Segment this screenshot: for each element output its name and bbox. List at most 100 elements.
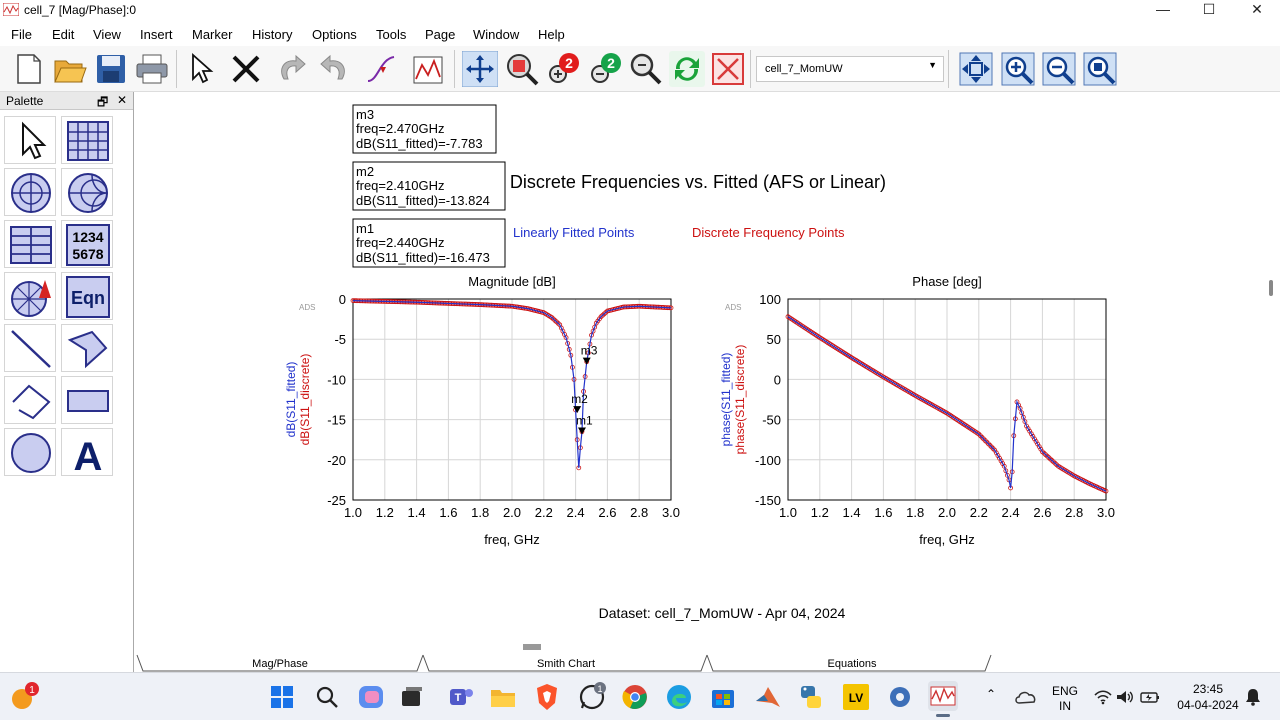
undo-icon[interactable] xyxy=(274,51,310,87)
teams-icon[interactable]: T xyxy=(448,684,474,710)
save-icon[interactable] xyxy=(93,51,129,87)
palette-equation[interactable]: Eqn xyxy=(61,272,113,320)
rectangle-icon xyxy=(67,390,109,412)
view-all-icon[interactable] xyxy=(958,51,994,87)
legend-fitted[interactable]: Linearly Fitted Points xyxy=(513,225,635,240)
palette-text[interactable]: A xyxy=(61,428,113,476)
volume-icon[interactable] xyxy=(1116,689,1134,705)
magnitude-chart[interactable]: Magnitude [dB] 1.0 1.2 1.4 1.6 1.8 2.0 2.2 2.4 2.… xyxy=(284,274,680,547)
language-region[interactable]: IN xyxy=(1050,699,1080,713)
vertical-scrollbar-thumb[interactable] xyxy=(1269,280,1273,296)
edge-icon[interactable] xyxy=(666,684,692,710)
rectangular-plot-icon xyxy=(67,121,109,161)
stop-icon[interactable] xyxy=(710,51,746,87)
menu-marker[interactable]: Marker xyxy=(192,27,232,42)
plot-canvas[interactable]: m3 freq=2.470GHz dB(S11_fitted)=-7.783 m… xyxy=(135,92,1263,640)
vertical-scrollbar[interactable] xyxy=(1263,92,1280,672)
labview-icon[interactable]: LV xyxy=(842,683,870,711)
select-arrow-icon[interactable] xyxy=(182,51,218,87)
redo-icon[interactable] xyxy=(316,51,352,87)
page-title[interactable]: Discrete Frequencies vs. Fitted (AFS or … xyxy=(510,172,886,192)
palette-antenna-plot[interactable] xyxy=(4,272,56,320)
file-explorer-icon[interactable] xyxy=(490,685,516,709)
palette-rectangle[interactable] xyxy=(61,376,113,424)
onedrive-icon[interactable] xyxy=(1015,689,1037,705)
insert-marker-icon[interactable] xyxy=(364,51,400,87)
zoom-view-icon[interactable] xyxy=(628,51,664,87)
whatsapp-icon[interactable]: 1 xyxy=(578,681,608,711)
task-view-icon[interactable] xyxy=(400,685,424,709)
view-zoom-area-icon[interactable] xyxy=(1082,51,1118,87)
microsoft-store-icon[interactable] xyxy=(710,684,736,710)
battery-icon[interactable] xyxy=(1140,689,1160,705)
insert-plot-icon[interactable] xyxy=(410,51,446,87)
zoom-region-icon[interactable] xyxy=(504,51,540,87)
menu-view[interactable]: View xyxy=(93,27,121,42)
menu-history[interactable]: History xyxy=(252,27,292,42)
refresh-icon[interactable] xyxy=(669,51,705,87)
close-window-button[interactable]: ✕ xyxy=(1234,0,1280,20)
view-zoom-in-icon[interactable] xyxy=(1000,51,1036,87)
settings-gear-icon[interactable] xyxy=(886,683,914,711)
show-hidden-icons[interactable]: ⌃ xyxy=(986,687,996,701)
chart-title: Phase [deg] xyxy=(912,274,981,289)
palette-smith-chart[interactable] xyxy=(61,168,113,216)
menu-options[interactable]: Options xyxy=(312,27,357,42)
chrome-icon[interactable] xyxy=(622,684,648,710)
maximize-button[interactable]: ☐ xyxy=(1186,0,1232,20)
copilot-icon[interactable] xyxy=(357,683,385,711)
delete-icon[interactable] xyxy=(228,51,264,87)
clock-time[interactable]: 23:45 xyxy=(1168,682,1248,696)
menu-page[interactable]: Page xyxy=(425,27,455,42)
dataset-select[interactable]: cell_7_MomUW ▼ xyxy=(756,56,944,82)
new-page-icon[interactable] xyxy=(10,51,46,87)
palette-polyline[interactable] xyxy=(4,376,56,424)
palette-circle[interactable] xyxy=(4,428,56,476)
clock-date[interactable]: 04-04-2024 xyxy=(1168,698,1248,712)
horizontal-scrollbar-thumb[interactable] xyxy=(523,644,541,650)
menu-edit[interactable]: Edit xyxy=(52,27,74,42)
pan-icon[interactable] xyxy=(462,51,498,87)
notification-bell-icon[interactable] xyxy=(1244,688,1262,706)
y-axis-label-fitted: phase(S11_fitted) xyxy=(719,353,733,447)
x-tick-label: 2.0 xyxy=(938,505,956,520)
palette-close-button[interactable]: ✕ xyxy=(117,93,127,107)
menu-tools[interactable]: Tools xyxy=(376,27,406,42)
marker-readout-m2[interactable]: m2 freq=2.410GHz dB(S11_fitted)=-13.824 xyxy=(352,161,506,211)
plot-area[interactable]: m3 freq=2.470GHz dB(S11_fitted)=-7.783 m… xyxy=(135,92,1263,640)
wifi-icon[interactable] xyxy=(1094,689,1112,705)
print-icon[interactable] xyxy=(134,51,170,87)
palette-polar-plot[interactable] xyxy=(4,168,56,216)
palette-line[interactable] xyxy=(4,324,56,372)
language-indicator[interactable]: ENG xyxy=(1050,684,1080,698)
windows-start-icon[interactable] xyxy=(270,685,294,709)
matlab-icon[interactable] xyxy=(754,683,782,711)
zoom-out-2x-icon[interactable]: 2 xyxy=(587,51,623,87)
palette-polygon[interactable] xyxy=(61,324,113,372)
python-icon[interactable] xyxy=(798,684,824,710)
palette-stacked-data[interactable]: 1234 5678 xyxy=(61,220,113,268)
horizontal-scrollbar[interactable] xyxy=(135,640,1263,654)
marker-readout-m1[interactable]: m1 freq=2.440GHz dB(S11_fitted)=-16.473 xyxy=(352,218,506,268)
open-folder-icon[interactable] xyxy=(52,51,88,87)
toolbar-separator xyxy=(948,50,949,88)
minimize-button[interactable]: — xyxy=(1140,0,1186,20)
phase-chart[interactable]: Phase [deg] 1.0 1.2 1.4 1.6 1.8 2.0 2.2 2.4 2.6 2.… xyxy=(719,274,1115,547)
marker-readout-m3[interactable]: m3 freq=2.470GHz dB(S11_fitted)=-7.783 xyxy=(352,104,497,154)
palette-rectangular-plot[interactable] xyxy=(61,116,113,164)
marker-label: m2 xyxy=(571,392,588,406)
legend-discrete[interactable]: Discrete Frequency Points xyxy=(692,225,845,240)
menu-window[interactable]: Window xyxy=(473,27,519,42)
menu-insert[interactable]: Insert xyxy=(140,27,173,42)
palette-list-table[interactable] xyxy=(4,220,56,268)
menu-file[interactable]: File xyxy=(11,27,32,42)
search-icon[interactable] xyxy=(315,685,339,709)
palette-restore-button[interactable]: 🗗 xyxy=(97,93,108,114)
palette-select-pointer[interactable] xyxy=(4,116,56,164)
view-zoom-out-icon[interactable] xyxy=(1041,51,1077,87)
ads-taskbar-icon[interactable] xyxy=(928,681,958,711)
menu-help[interactable]: Help xyxy=(538,27,565,42)
weather-icon[interactable]: 1 xyxy=(8,681,42,713)
brave-browser-icon[interactable] xyxy=(535,683,559,711)
zoom-in-2x-icon[interactable]: 2 xyxy=(545,51,581,87)
